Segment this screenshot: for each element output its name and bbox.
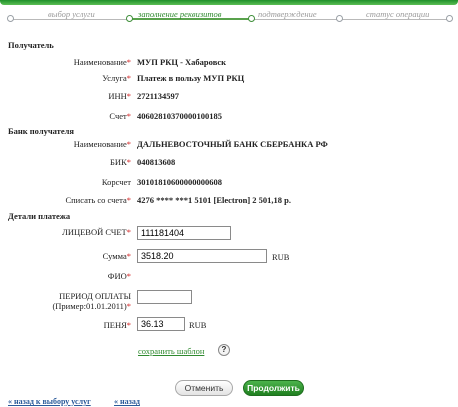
debit-account-label: Списать со счета* (65, 195, 131, 205)
inn-label: ИНН* (108, 91, 131, 101)
step-dot (446, 15, 453, 22)
sum-input[interactable]: 3518.20 (137, 249, 267, 263)
period-label: ПЕРИОД ОПЛАТЫ (Пример:01.01.2011)* (52, 291, 131, 311)
bank-name-value: ДАЛЬНЕВОСТОЧНЫЙ БАНК СБЕРБАНКА РФ (137, 139, 328, 149)
step-operation-status: статус операции (366, 9, 430, 19)
bank-name-label: Наименование* (73, 139, 131, 149)
service-label: Услуга* (102, 73, 131, 83)
step-dot-active (248, 15, 255, 22)
recipient-name-label: Наименование* (73, 57, 131, 67)
step-line (10, 19, 130, 20)
continue-button[interactable]: Продолжить (243, 380, 304, 396)
back-to-services-link[interactable]: « назад к выбору услуг (8, 397, 91, 406)
inn-value: 2721134597 (137, 91, 180, 101)
corr-account-value: 30101810600000000608 (137, 177, 222, 187)
recipient-heading: Получатель (8, 40, 54, 50)
service-value: Платеж в пользу МУП РКЦ (137, 73, 245, 83)
step-dot-active (126, 15, 133, 22)
penalty-label: ПЕНЯ* (103, 320, 131, 330)
back-link[interactable]: « назад (114, 397, 140, 406)
account-value: 40602810370000100185 (137, 111, 222, 121)
payment-details-heading: Детали платежа (8, 211, 71, 221)
save-template-link[interactable]: сохранить шаблон (138, 346, 204, 356)
personal-account-input[interactable]: 111181404 (137, 226, 231, 240)
step-select-service: выбор услуги (48, 9, 95, 19)
step-fill-details: заполнение реквизитов (138, 9, 222, 19)
progress-steps: выбор услуги заполнение реквизитов подтв… (0, 8, 458, 24)
debit-account-value: 4276 **** ***1 5101 [Electron] 2 501,18 … (137, 195, 292, 205)
step-dot (7, 15, 14, 22)
account-label: Счет* (109, 111, 131, 121)
fio-label: ФИО* (107, 271, 131, 281)
sum-currency: RUB (272, 252, 290, 262)
penalty-currency: RUB (189, 320, 207, 330)
corr-account-label: Корсчет (101, 177, 131, 187)
step-confirmation: подтверждение (258, 9, 317, 19)
bank-heading: Банк получателя (8, 126, 74, 136)
recipient-name-value: МУП РКЦ - Хабаровск (137, 57, 227, 67)
bik-label: БИК* (110, 157, 131, 167)
period-input[interactable] (137, 290, 192, 304)
bik-value: 040813608 (137, 157, 176, 167)
penalty-input[interactable]: 36.13 (137, 317, 185, 331)
step-line (250, 19, 450, 20)
personal-account-label: ЛИЦЕВОЙ СЧЕТ* (62, 227, 131, 237)
help-icon[interactable]: ? (218, 344, 230, 356)
top-accent-bar (0, 0, 458, 5)
step-dot (336, 15, 343, 22)
sum-label: Сумма* (102, 251, 131, 261)
cancel-button[interactable]: Отменить (175, 380, 233, 396)
